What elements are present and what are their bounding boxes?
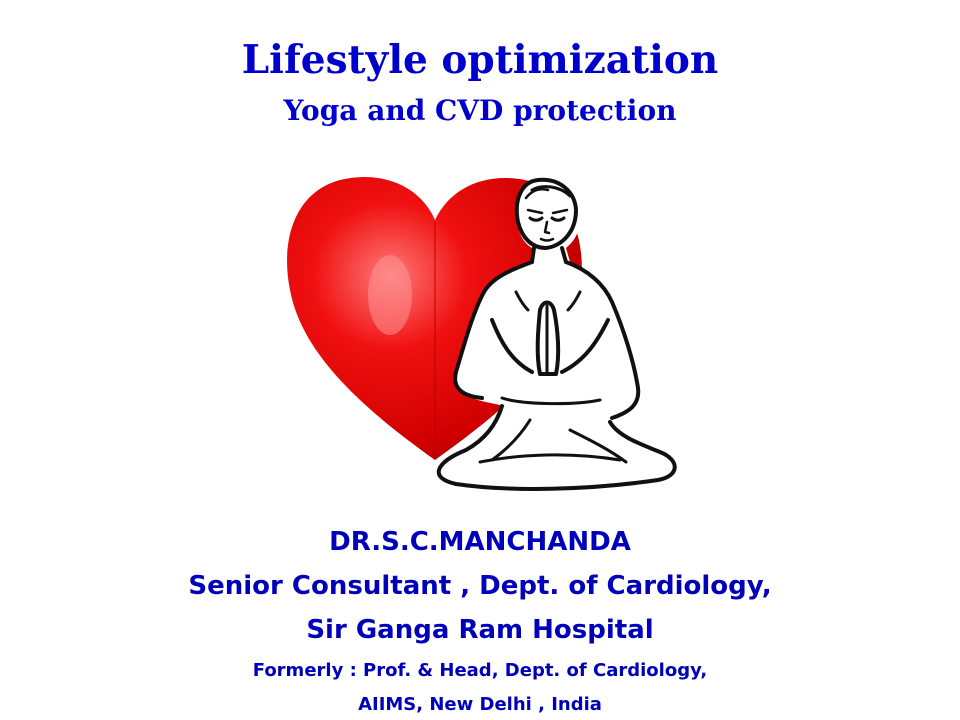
slide-title: Lifestyle optimization: [241, 37, 719, 83]
yoga-heart-illustration: [287, 176, 677, 491]
presenter-former-position: Formerly : Prof. & Head, Dept. of Cardio…: [252, 660, 708, 681]
presenter-former-institution: AIIMS, New Delhi , India: [358, 694, 602, 715]
presenter-name: DR.S.C.MANCHANDA: [329, 527, 631, 557]
presenter-hospital: Sir Ganga Ram Hospital: [306, 615, 654, 645]
slide-subtitle: Yoga and CVD protection: [283, 94, 677, 127]
presenter-role: Senior Consultant , Dept. of Cardiology,: [188, 571, 772, 601]
slide: Lifestyle optimization Yoga and CVD prot…: [0, 0, 960, 720]
